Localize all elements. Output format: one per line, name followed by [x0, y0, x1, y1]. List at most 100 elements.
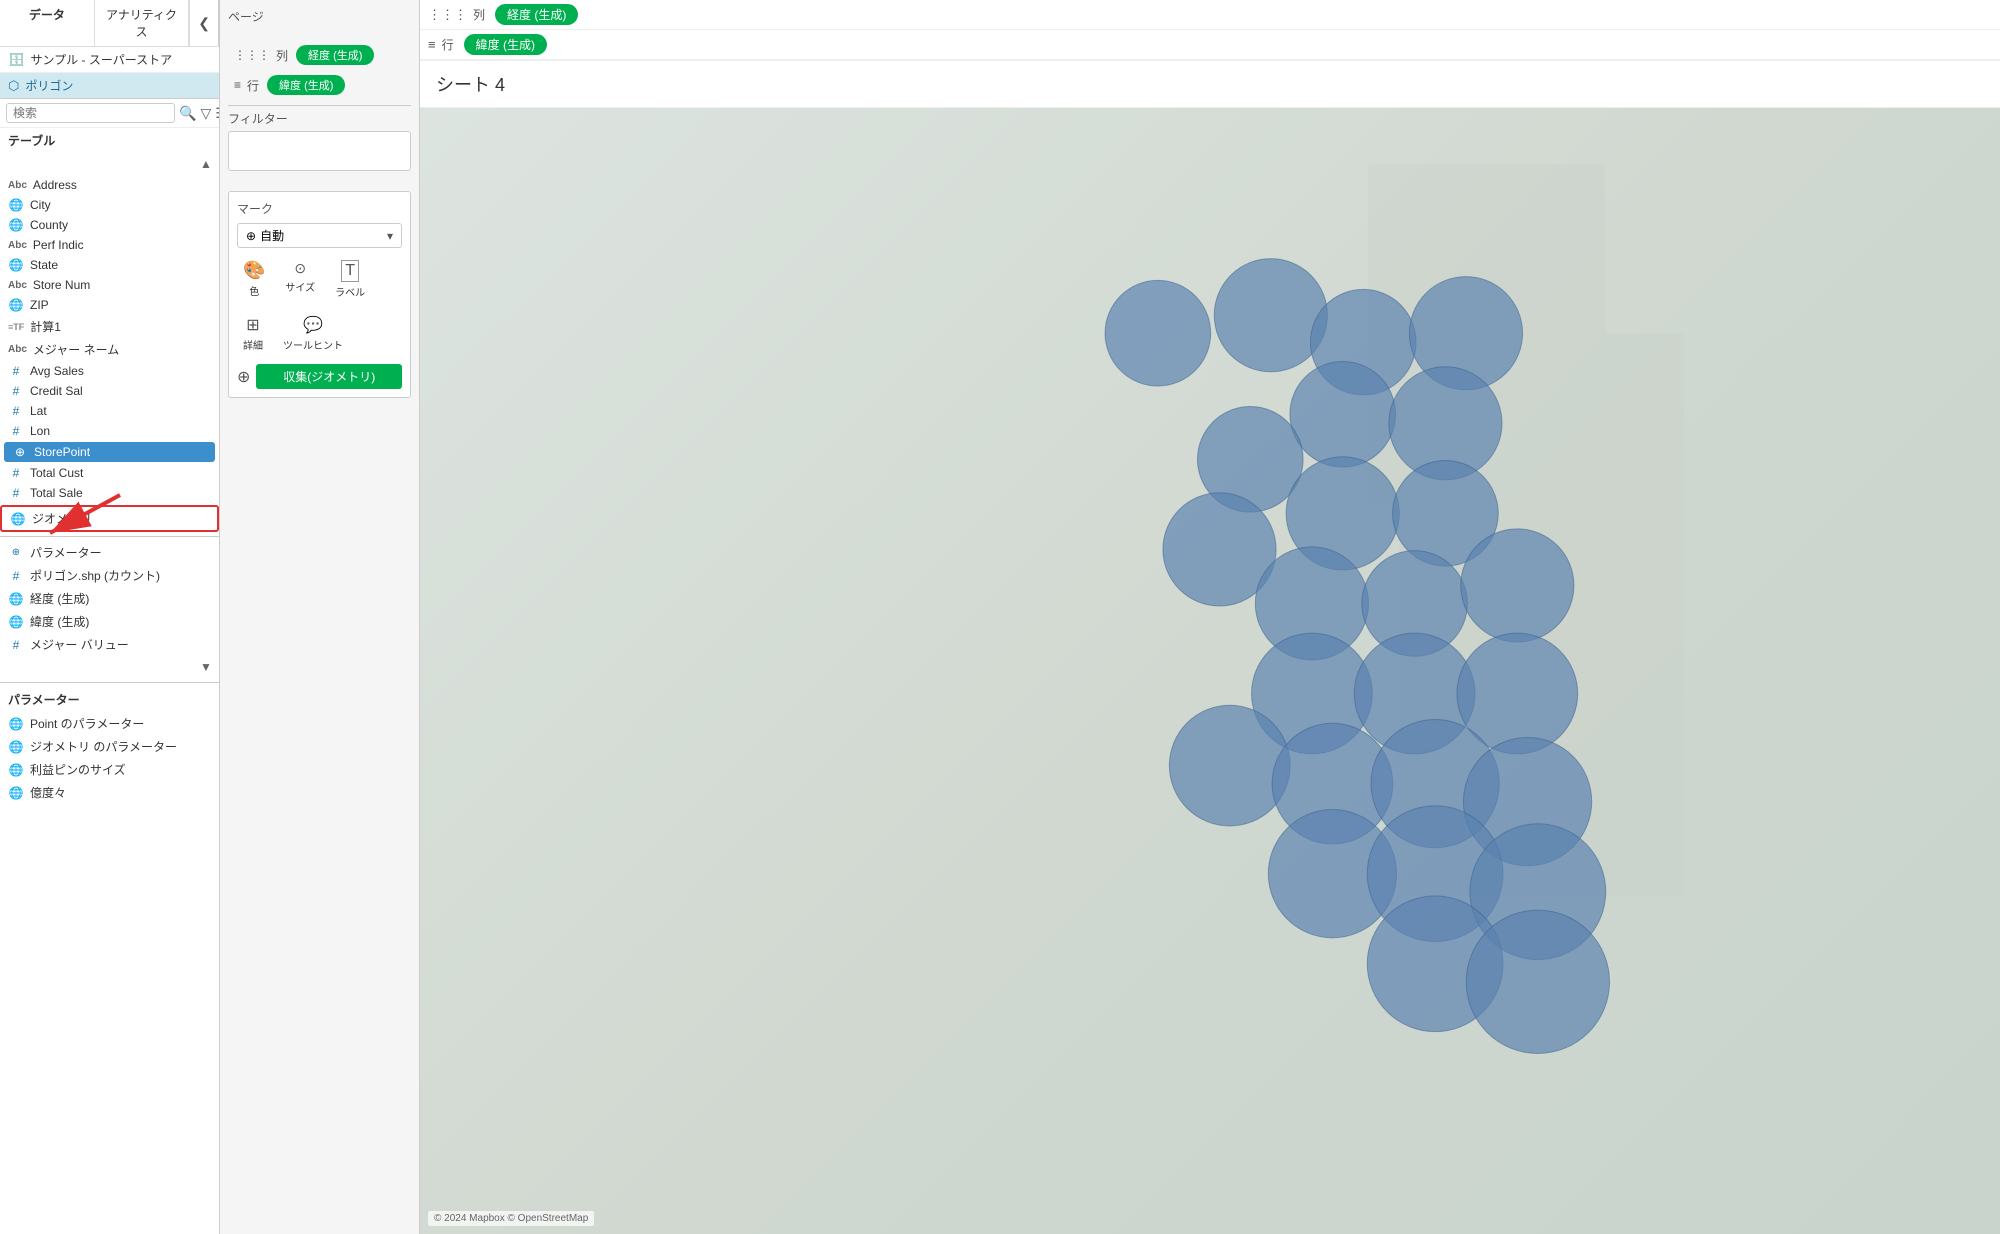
rows-top-label: 行 — [442, 36, 454, 53]
collect-row: ⊕ 収集(ジオメトリ) — [237, 364, 402, 389]
marks-section: マーク ⊕ 自動 ▾ 🎨 色 ⊙ サイズ T ラベル — [228, 191, 411, 398]
field-county[interactable]: 🌐 County — [0, 215, 219, 235]
marks-type-dropdown[interactable]: ⊕ 自動 ▾ — [237, 223, 402, 248]
field-perf-indic[interactable]: Abc Perf Indic — [0, 235, 219, 255]
chart-panel: ⋮⋮⋮ 列 経度 (生成) ≡ 行 緯度 (生成) シート 4 © 2024 M… — [420, 0, 2000, 1234]
field-longitude-gen[interactable]: 🌐 経度 (生成) — [0, 587, 219, 610]
data-source[interactable]: 🗄 サンプル - スーパーストア — [0, 47, 219, 73]
marks-title: マーク — [237, 200, 402, 217]
field-geometry-wrapper: 🌐 ジオメトリ — [0, 505, 219, 532]
size-icon: ⊙ — [294, 260, 306, 277]
shelf-separator — [228, 105, 411, 106]
sidebar-field-list: ▲ Abc Address 🌐 City 🌐 County Abc Perf I… — [0, 153, 219, 1234]
field-storepoint[interactable]: ⊕ StorePoint — [4, 442, 215, 462]
field-label: メジャー バリュー — [30, 636, 129, 653]
search-icons: 🔍 ▽ ☰ — [179, 105, 220, 122]
globe-icon: 🌐 — [8, 786, 24, 800]
field-zip[interactable]: 🌐 ZIP — [0, 295, 219, 315]
dropdown-arrow: ▾ — [387, 229, 393, 243]
separator2 — [0, 682, 219, 683]
row-pill-top[interactable]: 緯度 (生成) — [464, 34, 547, 55]
scroll-up-arrow[interactable]: ▲ — [197, 155, 215, 173]
columns-top-icon: ⋮⋮⋮ — [428, 7, 467, 23]
label-btn[interactable]: T ラベル — [329, 256, 371, 303]
marks-icons-row2: ⊞ 詳細 💬 ツールヒント — [237, 311, 402, 356]
label-icon: T — [341, 260, 359, 282]
field-lon[interactable]: # Lon — [0, 421, 219, 441]
field-credit-sal[interactable]: # Credit Sal — [0, 381, 219, 401]
abc-icon: Abc — [8, 240, 27, 251]
field-total-cust[interactable]: # Total Cust — [0, 463, 219, 483]
field-label: StorePoint — [34, 445, 90, 459]
field-label: 緯度 (生成) — [30, 613, 89, 630]
field-city[interactable]: 🌐 City — [0, 195, 219, 215]
chart-title: シート 4 — [420, 61, 2000, 108]
search-bar: 🔍 ▽ ☰ — [0, 99, 219, 128]
color-label: 色 — [249, 283, 259, 298]
field-calc1[interactable]: ≡TF 計算1 — [0, 315, 219, 338]
abc-icon: Abc — [8, 280, 27, 291]
param-last[interactable]: 🌐 億度々 — [0, 781, 219, 804]
param-point[interactable]: 🌐 Point のパラメーター — [0, 712, 219, 735]
filter-label: フィルター — [228, 110, 411, 127]
field-polygon-count[interactable]: # ポリゴン.shp (カウント) — [0, 564, 219, 587]
pages-section: ページ — [228, 8, 411, 29]
field-address[interactable]: Abc Address — [0, 175, 219, 195]
filter-section: フィルター — [228, 110, 411, 179]
color-btn[interactable]: 🎨 色 — [237, 256, 271, 303]
row-pill[interactable]: 緯度 (生成) — [267, 75, 345, 95]
field-total-sale[interactable]: # Total Sale — [0, 483, 219, 503]
polygon-icon: ⬡ — [8, 78, 19, 94]
rows-shelf: ≡ 行 緯度 (生成) — [228, 71, 411, 99]
col-pill-top[interactable]: 経度 (生成) — [495, 4, 578, 25]
filter-box — [228, 131, 411, 171]
field-major-name[interactable]: Abc メジャー ネーム — [0, 338, 219, 361]
size-label: サイズ — [285, 279, 315, 294]
field-store-num[interactable]: Abc Store Num — [0, 275, 219, 295]
field-label: 億度々 — [30, 784, 66, 801]
globe-icon: 🌐 — [8, 258, 24, 272]
param-profit-pin[interactable]: 🌐 利益ピンのサイズ — [0, 758, 219, 781]
globe-icon: 🌐 — [8, 615, 24, 629]
collect-icon: ⊕ — [237, 367, 250, 387]
tf-icon: ≡TF — [8, 322, 24, 332]
active-table-item[interactable]: ⬡ ポリゴン — [0, 73, 219, 99]
filter-icon[interactable]: ▽ — [200, 105, 211, 122]
field-avg-sales[interactable]: # Avg Sales — [0, 361, 219, 381]
collect-button[interactable]: 収集(ジオメトリ) — [256, 364, 402, 389]
database-icon: 🗄 — [8, 52, 25, 68]
collapse-button[interactable]: ❮ — [189, 0, 219, 46]
field-lat[interactable]: # Lat — [0, 401, 219, 421]
abc-icon: Abc — [8, 344, 27, 355]
field-geometry[interactable]: 🌐 ジオメトリ — [0, 505, 219, 532]
field-label: Credit Sal — [30, 384, 83, 398]
param-geometry[interactable]: 🌐 ジオメトリ のパラメーター — [0, 735, 219, 758]
columns-shelf: ⋮⋮⋮ 列 経度 (生成) — [228, 41, 411, 69]
column-pill[interactable]: 経度 (生成) — [296, 45, 374, 65]
tooltip-btn[interactable]: 💬 ツールヒント — [277, 311, 349, 356]
color-icon: 🎨 — [243, 260, 265, 281]
search-input[interactable] — [6, 103, 175, 123]
field-latitude-gen[interactable]: 🌐 緯度 (生成) — [0, 610, 219, 633]
chart-canvas: © 2024 Mapbox © OpenStreetMap — [420, 108, 2000, 1234]
detail-btn[interactable]: ⊞ 詳細 — [237, 311, 269, 356]
scroll-down-arrow[interactable]: ▼ — [197, 658, 215, 676]
size-btn[interactable]: ⊙ サイズ — [279, 256, 321, 303]
marks-icons-row: 🎨 色 ⊙ サイズ T ラベル — [237, 256, 402, 303]
hash-icon: # — [8, 569, 24, 583]
field-params-section[interactable]: ⊕ パラメーター — [0, 541, 219, 564]
search-icon[interactable]: 🔍 — [179, 105, 196, 122]
rows-label: 行 — [247, 77, 259, 94]
sidebar: データ アナリティクス ❮ 🗄 サンプル - スーパーストア ⬡ ポリゴン 🔍 … — [0, 0, 220, 1234]
field-label: 利益ピンのサイズ — [30, 761, 126, 778]
field-state[interactable]: 🌐 State — [0, 255, 219, 275]
center-panel: ページ ⋮⋮⋮ 列 経度 (生成) ≡ 行 緯度 (生成) フィルター マーク … — [220, 0, 420, 1234]
field-major-value[interactable]: # メジャー バリュー — [0, 633, 219, 656]
columns-row-top: ⋮⋮⋮ 列 経度 (生成) — [420, 0, 2000, 30]
globe-icon: 🌐 — [8, 218, 24, 232]
hash-icon: # — [8, 404, 24, 418]
columns-icon: ⋮⋮⋮ — [234, 48, 270, 62]
field-label: ZIP — [30, 298, 49, 312]
tab-analytics[interactable]: アナリティクス — [95, 0, 190, 46]
tab-data[interactable]: データ — [0, 0, 95, 46]
